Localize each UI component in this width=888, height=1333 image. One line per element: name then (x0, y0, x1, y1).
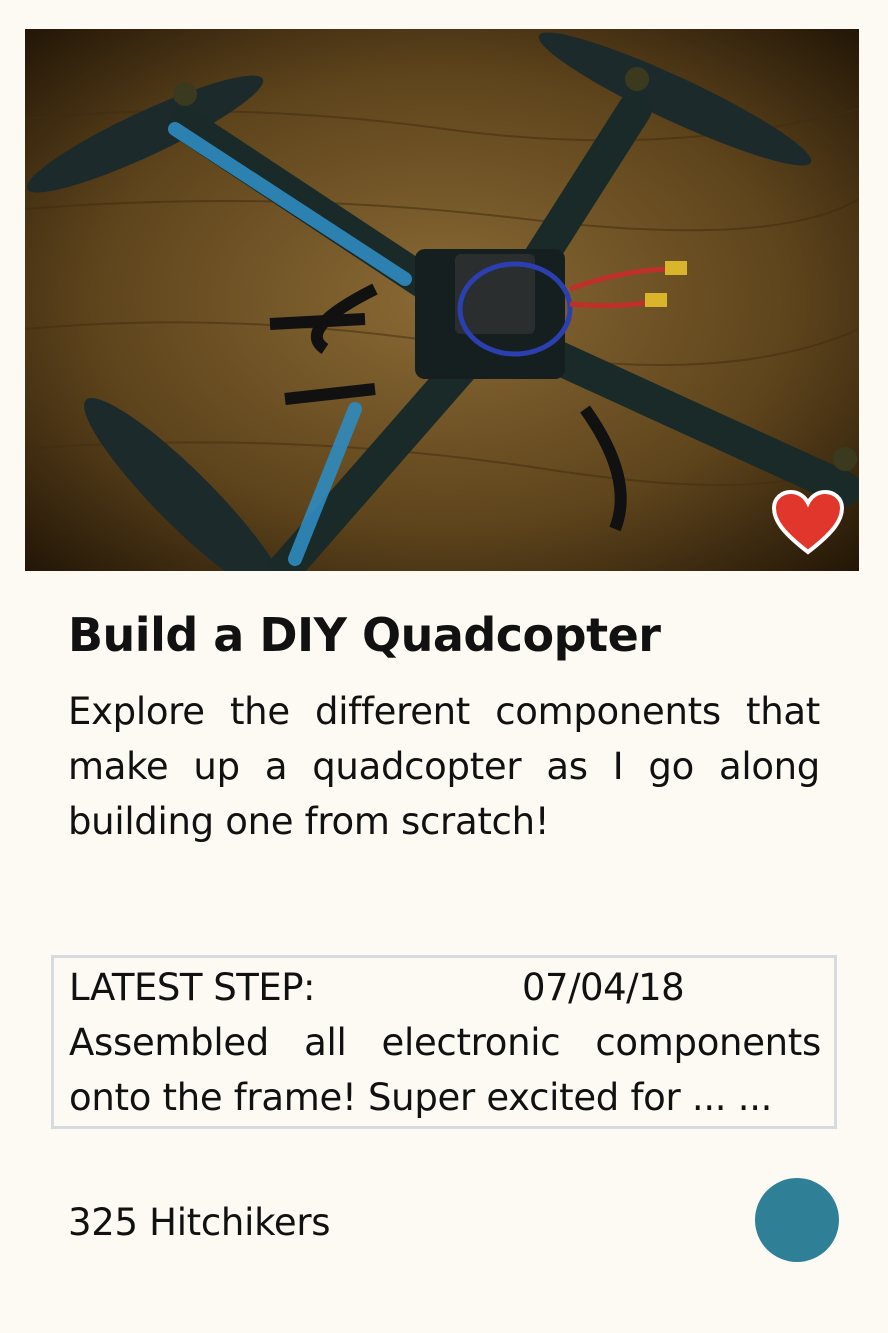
latest-step-date: 07/04/18 (522, 966, 685, 1009)
favorite-button[interactable] (771, 489, 845, 556)
project-description: Explore the different components that ma… (68, 690, 820, 843)
quadcopter-photo (25, 29, 859, 571)
project-title[interactable]: Build a DIY Quadcopter (68, 603, 661, 667)
hitchiker-count: 325 Hitchikers (68, 1201, 331, 1244)
latest-step-text: Assembled all electronic components onto… (69, 1021, 821, 1119)
project-image[interactable] (25, 29, 859, 571)
latest-step-panel[interactable]: LATEST STEP: 07/04/18 Assembled all elec… (51, 955, 837, 1129)
heart-icon (771, 489, 845, 555)
latest-step-label: LATEST STEP: (69, 966, 315, 1009)
follow-button[interactable] (755, 1178, 839, 1262)
